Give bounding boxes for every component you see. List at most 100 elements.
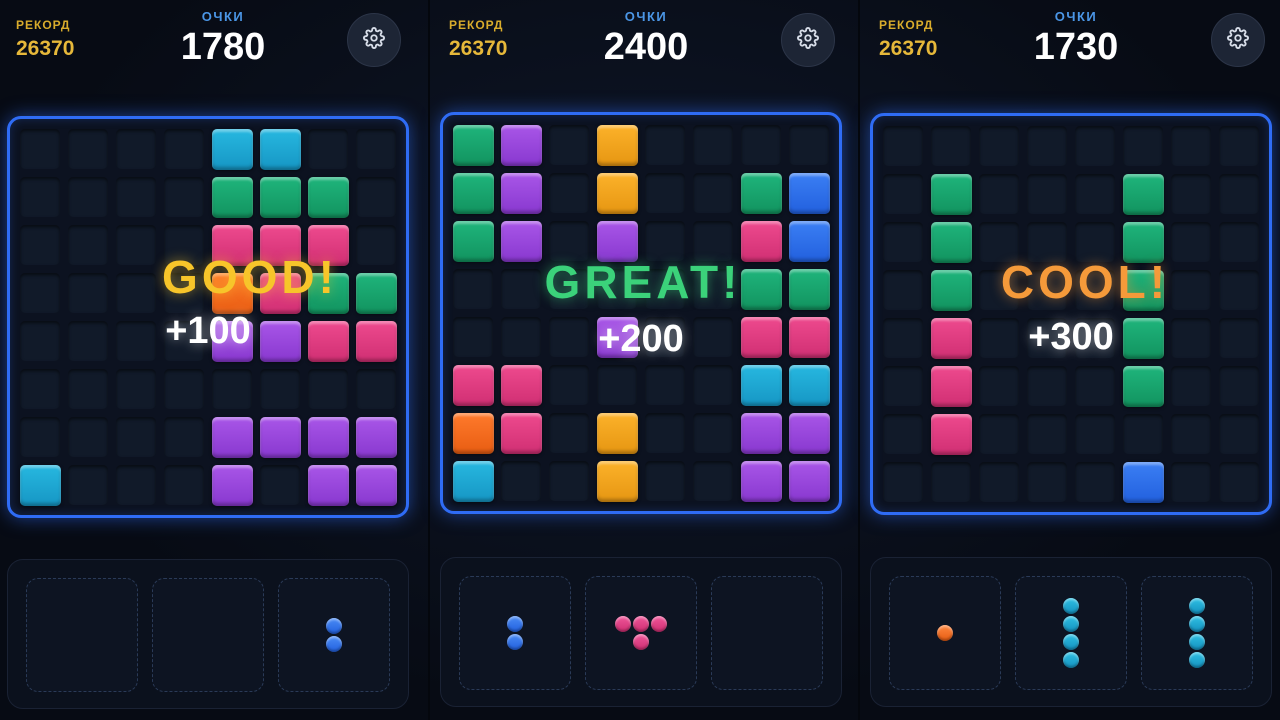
board-cell[interactable] xyxy=(645,365,685,405)
board-cell[interactable] xyxy=(164,465,204,505)
board-cell[interactable] xyxy=(1027,462,1067,502)
empty-piece-slot[interactable] xyxy=(26,578,138,692)
board-cell[interactable] xyxy=(356,129,396,169)
board-cell[interactable] xyxy=(212,369,252,409)
board-cell[interactable] xyxy=(931,126,971,166)
board-cell[interactable] xyxy=(501,461,541,501)
board-cell[interactable] xyxy=(979,414,1019,454)
board-cell[interactable] xyxy=(1219,366,1259,406)
board-cell[interactable] xyxy=(1027,174,1067,214)
board-cell[interactable] xyxy=(116,129,156,169)
board-cell[interactable] xyxy=(883,174,923,214)
board-cell[interactable] xyxy=(68,465,108,505)
board-cell[interactable] xyxy=(549,461,589,501)
board-cell[interactable] xyxy=(883,126,923,166)
board-cell[interactable] xyxy=(68,369,108,409)
board-cell[interactable] xyxy=(883,366,923,406)
board-cell[interactable] xyxy=(1171,174,1211,214)
board-cell[interactable] xyxy=(164,129,204,169)
board-cell[interactable] xyxy=(356,369,396,409)
board-cell[interactable] xyxy=(116,417,156,457)
board-cell[interactable] xyxy=(20,177,60,217)
board-cell[interactable] xyxy=(549,365,589,405)
board-cell[interactable] xyxy=(20,129,60,169)
board-cell[interactable] xyxy=(1075,366,1115,406)
board-cell[interactable] xyxy=(1171,462,1211,502)
board-cell[interactable] xyxy=(693,173,733,213)
board-cell[interactable] xyxy=(116,465,156,505)
board-cell[interactable] xyxy=(20,273,60,313)
board-cell[interactable] xyxy=(645,461,685,501)
board-cell[interactable] xyxy=(883,462,923,502)
board-cell[interactable] xyxy=(260,465,300,505)
board-cell[interactable] xyxy=(979,366,1019,406)
board-cell[interactable] xyxy=(1171,414,1211,454)
game-board[interactable] xyxy=(440,112,842,514)
board-cell[interactable] xyxy=(1219,174,1259,214)
board-cell[interactable] xyxy=(931,462,971,502)
piece-slot[interactable] xyxy=(278,578,390,692)
board-cell[interactable] xyxy=(979,462,1019,502)
board-cell[interactable] xyxy=(597,365,637,405)
board-cell[interactable] xyxy=(1075,126,1115,166)
empty-piece-slot[interactable] xyxy=(152,578,264,692)
board-cell[interactable] xyxy=(1219,126,1259,166)
board-cell[interactable] xyxy=(501,317,541,357)
board-cell[interactable] xyxy=(20,225,60,265)
board-cell[interactable] xyxy=(164,177,204,217)
piece-slot[interactable] xyxy=(459,576,571,690)
game-board[interactable] xyxy=(870,113,1272,515)
board-cell[interactable] xyxy=(1075,414,1115,454)
board-cell[interactable] xyxy=(260,369,300,409)
board-cell[interactable] xyxy=(1075,462,1115,502)
board-cell[interactable] xyxy=(1171,126,1211,166)
board-cell[interactable] xyxy=(693,413,733,453)
board-cell[interactable] xyxy=(1219,414,1259,454)
board-cell[interactable] xyxy=(308,129,348,169)
board-cell[interactable] xyxy=(1171,318,1211,358)
piece-slot[interactable] xyxy=(1141,576,1253,690)
board-cell[interactable] xyxy=(549,413,589,453)
board-cell[interactable] xyxy=(116,369,156,409)
board-cell[interactable] xyxy=(164,369,204,409)
board-cell[interactable] xyxy=(1027,366,1067,406)
board-cell[interactable] xyxy=(116,177,156,217)
board-cell[interactable] xyxy=(883,318,923,358)
board-cell[interactable] xyxy=(68,177,108,217)
board-cell[interactable] xyxy=(453,269,493,309)
board-cell[interactable] xyxy=(1171,366,1211,406)
board-cell[interactable] xyxy=(979,174,1019,214)
board-cell[interactable] xyxy=(693,125,733,165)
board-cell[interactable] xyxy=(1219,462,1259,502)
board-cell[interactable] xyxy=(883,414,923,454)
piece-slot[interactable] xyxy=(585,576,697,690)
board-cell[interactable] xyxy=(68,321,108,361)
board-cell[interactable] xyxy=(979,126,1019,166)
board-cell[interactable] xyxy=(645,125,685,165)
board-cell[interactable] xyxy=(549,125,589,165)
board-cell[interactable] xyxy=(164,417,204,457)
board-cell[interactable] xyxy=(68,417,108,457)
board-cell[interactable] xyxy=(883,222,923,262)
board-cell[interactable] xyxy=(20,417,60,457)
board-cell[interactable] xyxy=(645,413,685,453)
board-cell[interactable] xyxy=(789,125,829,165)
board-cell[interactable] xyxy=(356,177,396,217)
board-cell[interactable] xyxy=(1027,126,1067,166)
board-cell[interactable] xyxy=(883,270,923,310)
board-cell[interactable] xyxy=(1123,126,1163,166)
board-cell[interactable] xyxy=(693,365,733,405)
board-cell[interactable] xyxy=(1123,414,1163,454)
board-cell[interactable] xyxy=(549,173,589,213)
board-cell[interactable] xyxy=(20,321,60,361)
board-cell[interactable] xyxy=(453,317,493,357)
settings-button[interactable] xyxy=(781,13,835,67)
board-cell[interactable] xyxy=(1219,318,1259,358)
board-cell[interactable] xyxy=(741,125,781,165)
board-cell[interactable] xyxy=(20,369,60,409)
board-cell[interactable] xyxy=(308,369,348,409)
empty-piece-slot[interactable] xyxy=(711,576,823,690)
board-cell[interactable] xyxy=(1027,414,1067,454)
piece-slot[interactable] xyxy=(889,576,1001,690)
board-cell[interactable] xyxy=(68,129,108,169)
